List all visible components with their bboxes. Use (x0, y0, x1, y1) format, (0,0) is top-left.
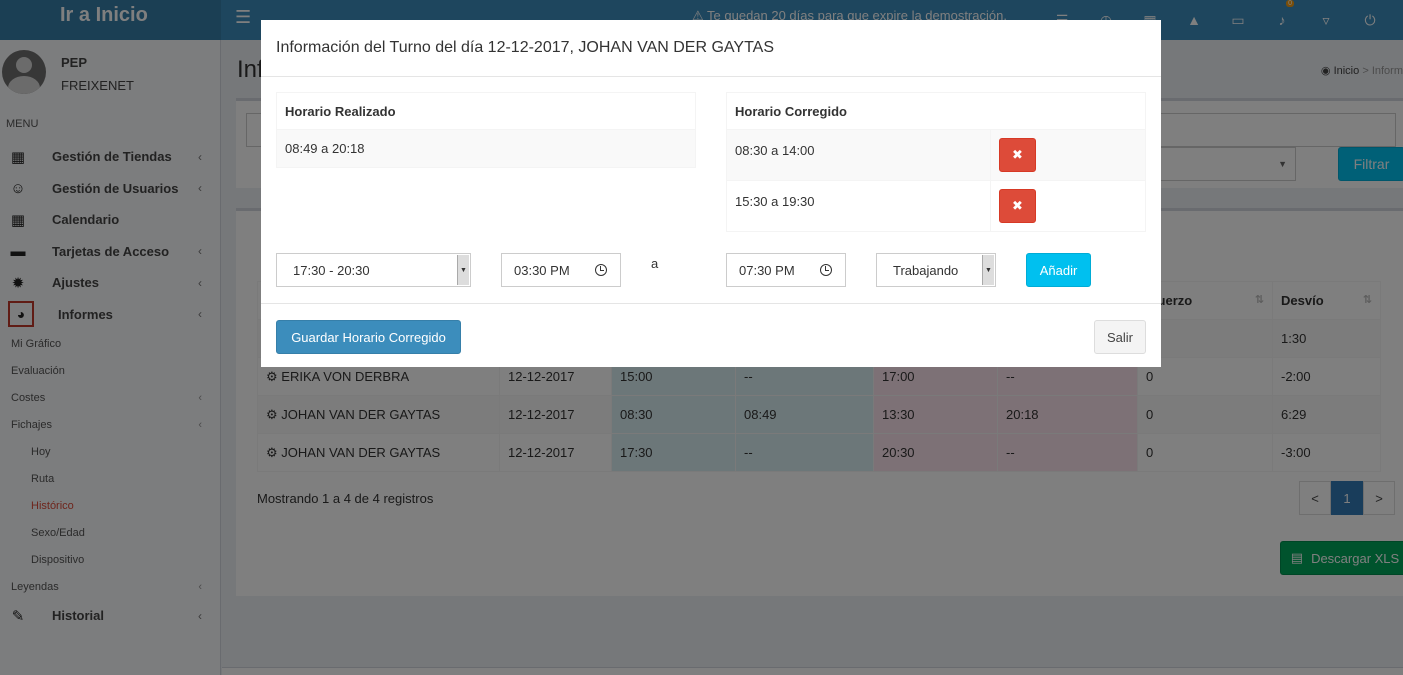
shift-select-value: 17:30 - 20:30 (293, 263, 370, 278)
delete-row-button[interactable]: ✖ (999, 138, 1036, 172)
corrected-range: 08:30 a 14:00 (726, 129, 991, 181)
delete-cell: ✖ (990, 129, 1146, 181)
delete-row-button[interactable]: ✖ (999, 189, 1036, 223)
modal-footer: Guardar Horario Corregido Salir (261, 303, 1161, 367)
modal-title: Información del Turno del día 12-12-2017… (276, 39, 774, 56)
time-separator: a (651, 256, 659, 271)
clock-icon (594, 264, 607, 276)
status-select-value: Trabajando (893, 263, 959, 278)
exit-button[interactable]: Salir (1094, 320, 1146, 354)
close-icon: ✖ (1012, 198, 1023, 213)
corrected-schedule-row: 08:30 a 14:00 ✖ (726, 129, 1146, 181)
shift-select[interactable]: 17:30 - 20:30 ▼ (276, 253, 471, 287)
close-icon: ✖ (1012, 147, 1023, 162)
start-time-picker-button[interactable] (581, 253, 621, 287)
clock-icon (819, 264, 832, 276)
corrected-schedule-table: Horario Corregido 08:30 a 14:00 ✖ 15:30 … (726, 92, 1146, 232)
status-select[interactable]: Trabajando ▼ (876, 253, 996, 287)
delete-cell: ✖ (990, 180, 1146, 232)
start-time-input[interactable]: 03:30 PM (501, 253, 582, 287)
corrected-schedule-header: Horario Corregido (726, 92, 1146, 130)
save-corrected-schedule-button[interactable]: Guardar Horario Corregido (276, 320, 461, 354)
actual-schedule-header: Horario Realizado (276, 92, 696, 130)
modal-header: Información del Turno del día 12-12-2017… (261, 20, 1161, 77)
actual-schedule-row: 08:49 a 20:18 (276, 129, 696, 168)
corrected-schedule-row: 15:30 a 19:30 ✖ (726, 180, 1146, 232)
caret-down-icon: ▼ (457, 255, 469, 285)
corrected-range: 15:30 a 19:30 (726, 180, 991, 232)
caret-down-icon: ▼ (982, 255, 994, 285)
actual-schedule-table: Horario Realizado 08:49 a 20:18 (276, 92, 696, 168)
add-button[interactable]: Añadir (1026, 253, 1091, 287)
end-time-picker-button[interactable] (806, 253, 846, 287)
end-time-input[interactable]: 07:30 PM (726, 253, 807, 287)
shift-info-modal: Información del Turno del día 12-12-2017… (261, 20, 1161, 367)
